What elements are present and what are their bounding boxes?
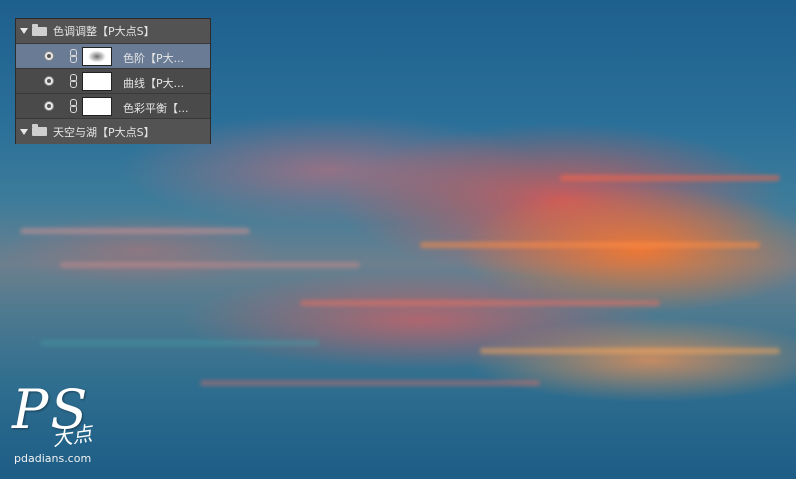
cloud-streak (200, 380, 540, 386)
chain-link-icon[interactable] (70, 74, 77, 88)
layer-row-levels[interactable]: 色阶【P大... (16, 44, 210, 69)
layer-group-sky-lake[interactable]: 天空与湖【P大点S】 (16, 119, 210, 144)
layer-row-color-balance[interactable]: 色彩平衡【... (16, 94, 210, 119)
layers-panel: 色调调整【P大点S】 色阶【P大... 曲线【P大... 色彩平衡【... 天空… (15, 18, 211, 144)
layer-row-curves[interactable]: 曲线【P大... (16, 69, 210, 94)
group-name: 天空与湖【P大点S】 (53, 125, 155, 139)
layer-mask-thumbnail[interactable] (82, 97, 112, 116)
logo-chinese-text: 大点 (50, 421, 94, 451)
group-name: 色调调整【P大点S】 (53, 25, 155, 38)
folder-icon (32, 124, 47, 136)
watermark-logo: PS 大点 pdadians.com (10, 378, 110, 473)
layer-mask-thumbnail[interactable] (82, 47, 112, 66)
layer-name: 色彩平衡【... (123, 102, 189, 115)
chain-link-icon[interactable] (70, 49, 77, 63)
cloud-streak (420, 242, 760, 248)
chain-link-icon[interactable] (70, 99, 77, 113)
layer-mask-thumbnail[interactable] (82, 72, 112, 91)
eye-icon[interactable] (44, 76, 54, 86)
eye-icon[interactable] (44, 51, 54, 61)
layer-name: 曲线【P大... (123, 77, 185, 90)
triangle-down-icon[interactable] (20, 28, 28, 34)
watermark-url: pdadians.com (14, 452, 92, 465)
cloud-streak (300, 300, 660, 306)
cloud-streak (480, 348, 780, 354)
cloud-streak (60, 262, 360, 268)
eye-icon[interactable] (44, 101, 54, 111)
layer-group-tone-adjust[interactable]: 色调调整【P大点S】 (16, 19, 210, 44)
folder-icon (32, 23, 47, 36)
layer-name: 色阶【P大... (123, 52, 185, 65)
cloud-streak (40, 340, 320, 346)
cloud-streak (560, 175, 780, 181)
cloud-streak (20, 228, 250, 234)
triangle-down-icon[interactable] (20, 128, 28, 135)
